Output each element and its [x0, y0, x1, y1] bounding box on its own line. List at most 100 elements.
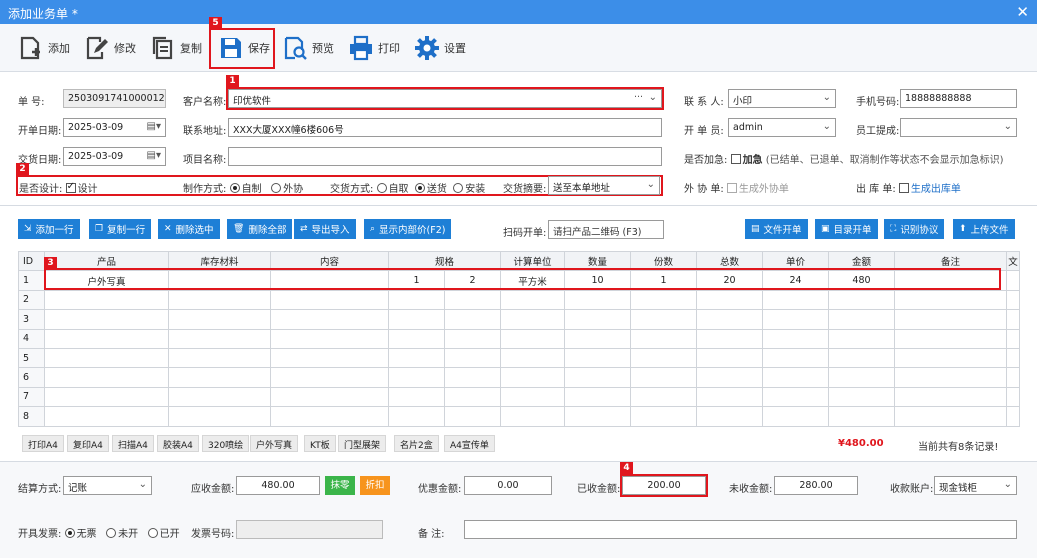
- print-label: 打印: [378, 42, 400, 55]
- design-checkbox[interactable]: [65, 181, 76, 193]
- clerk-select[interactable]: admin ⌄: [728, 118, 836, 137]
- calendar-icon[interactable]: ▤▾: [147, 121, 161, 132]
- chevron-down-icon: ⌄: [822, 121, 831, 132]
- settings-button[interactable]: 设置: [414, 34, 466, 62]
- quick-tag[interactable]: 扫描A4: [112, 435, 154, 452]
- deliver-send-radio[interactable]: [414, 183, 425, 193]
- discount-label: 优惠金额:: [418, 484, 462, 495]
- close-icon[interactable]: ✕: [1016, 3, 1029, 21]
- row-id: 1: [18, 270, 45, 291]
- edit-button[interactable]: 修改: [84, 34, 136, 62]
- outbound-label: 出 库 单:: [856, 184, 896, 195]
- quick-tag[interactable]: 复印A4: [67, 435, 109, 452]
- delete-selected-button[interactable]: ✕ 删除选中: [158, 219, 220, 239]
- deliver-install-radio[interactable]: [453, 183, 464, 193]
- invoice-notopen-radio[interactable]: [106, 528, 117, 538]
- badge-2: 2: [16, 163, 29, 176]
- deliver-send-label: 送货: [426, 184, 447, 195]
- scan-icon: ⛶: [890, 224, 897, 234]
- export-label: 导出导入: [311, 225, 350, 236]
- scan-input[interactable]: 请扫产品二维码 (F3): [548, 220, 664, 239]
- badge-4: 4: [620, 462, 633, 475]
- outbound-checkbox[interactable]: [898, 183, 909, 193]
- copy-row-button[interactable]: ❐ 复制一行: [89, 219, 152, 239]
- address-label: 联系地址:: [183, 126, 227, 137]
- table-row[interactable]: 7: [18, 386, 1020, 408]
- round-button[interactable]: 抹零: [325, 476, 355, 495]
- note-field[interactable]: [464, 520, 1017, 539]
- cell-file[interactable]: [1006, 270, 1020, 291]
- commission-label: 员工提成:: [856, 126, 900, 137]
- commission-select[interactable]: ⌄: [900, 118, 1017, 137]
- invoice-label: 开具发票:: [18, 529, 62, 540]
- invoice-none-radio[interactable]: [64, 528, 75, 538]
- copy-button[interactable]: 复制: [150, 34, 202, 62]
- quick-tag[interactable]: 名片2盒: [394, 435, 439, 452]
- file-order-button[interactable]: ▤ 文件开单: [745, 219, 808, 239]
- quick-tag[interactable]: 打印A4: [22, 435, 64, 452]
- table-row[interactable]: 4: [18, 328, 1020, 349]
- invoice-notopen-label: 未开: [118, 529, 139, 540]
- table-row[interactable]: 6: [18, 367, 1020, 388]
- make-self-radio[interactable]: [229, 183, 240, 193]
- upload-button[interactable]: ⬆ 上传文件: [953, 219, 1015, 239]
- make-self-label: 自制: [241, 184, 262, 195]
- add-button[interactable]: 添加: [18, 34, 70, 62]
- address-field[interactable]: XXX大厦XXX幢6楼606号: [228, 118, 662, 137]
- quick-tag[interactable]: 门型展架: [338, 435, 387, 452]
- deliver-summary-select[interactable]: 送至本单地址 ⌄: [548, 176, 660, 195]
- contact-select[interactable]: 小印 ⌄: [728, 89, 836, 108]
- export-icon: ⇄: [300, 224, 308, 234]
- deliver-pick-radio[interactable]: [376, 183, 387, 193]
- folder-icon: ▣: [821, 224, 830, 234]
- outbound-option[interactable]: 生成出库单: [911, 184, 961, 195]
- project-field[interactable]: [228, 147, 662, 166]
- quick-tag[interactable]: A4宣传单: [444, 435, 495, 452]
- row-id: 8: [18, 406, 45, 427]
- urgent-checkbox[interactable]: [730, 154, 741, 164]
- urgent-option: 加急: [742, 155, 763, 166]
- table-row[interactable]: 5: [18, 347, 1020, 369]
- scan-label: 扫码开单:: [503, 228, 547, 239]
- dir-order-button[interactable]: ▣ 目录开单: [815, 219, 878, 239]
- discount-field[interactable]: 0.00: [464, 476, 552, 495]
- dir-order-label: 目录开单: [833, 225, 872, 236]
- recognize-button[interactable]: ⛶ 识别协议: [884, 219, 945, 239]
- invoice-opened-radio[interactable]: [147, 528, 158, 538]
- export-button[interactable]: ⇄ 导出导入: [294, 219, 356, 239]
- calendar-icon[interactable]: ▤▾: [147, 150, 161, 161]
- copy-row-label: 复制一行: [107, 225, 146, 236]
- delete-all-button[interactable]: 🗑 删除全部: [227, 219, 293, 239]
- receivable-field[interactable]: 480.00: [236, 476, 320, 495]
- unpaid-label: 未收金额:: [729, 484, 773, 495]
- copy-icon: [152, 36, 173, 60]
- record-count: 当前共有8条记录!: [918, 442, 999, 453]
- receivable-label: 应收金额:: [191, 484, 235, 495]
- table-row[interactable]: 3: [18, 309, 1020, 330]
- quick-tag[interactable]: 户外写真: [250, 435, 299, 452]
- file-order-label: 文件开单: [763, 225, 802, 236]
- phone-field[interactable]: 18888888888: [900, 89, 1017, 108]
- quick-tag[interactable]: 320喷绘: [202, 435, 250, 452]
- preview-button[interactable]: 预览: [282, 34, 334, 62]
- chevron-down-icon: ⌄: [1003, 121, 1012, 132]
- received-label: 已收金额:: [577, 484, 621, 495]
- outsource-checkbox[interactable]: [726, 183, 737, 193]
- settle-method-select[interactable]: 记账 ⌄: [63, 476, 152, 495]
- open-date-picker[interactable]: 2025-03-09 ▤▾: [63, 118, 166, 137]
- account-select[interactable]: 现金钱柜 ⌄: [934, 476, 1017, 495]
- quick-tag[interactable]: KT板: [304, 435, 336, 452]
- table-row[interactable]: 8: [18, 406, 1020, 427]
- search-icon: ⌕: [370, 224, 376, 234]
- print-button[interactable]: 打印: [348, 34, 400, 62]
- add-row-icon: ⇲: [24, 224, 32, 234]
- show-price-button[interactable]: ⌕ 显示内部价(F2): [364, 219, 452, 239]
- make-out-radio[interactable]: [271, 183, 282, 193]
- discount-button[interactable]: 折扣: [360, 476, 390, 495]
- row-id: 5: [18, 347, 45, 369]
- table-row[interactable]: 2: [18, 289, 1020, 311]
- open-date-value: 2025-03-09: [68, 122, 124, 133]
- delivery-date-picker[interactable]: 2025-03-09 ▤▾: [63, 147, 166, 166]
- quick-tag[interactable]: 胶装A4: [157, 435, 199, 452]
- add-row-button[interactable]: ⇲ 添加一行: [18, 219, 80, 239]
